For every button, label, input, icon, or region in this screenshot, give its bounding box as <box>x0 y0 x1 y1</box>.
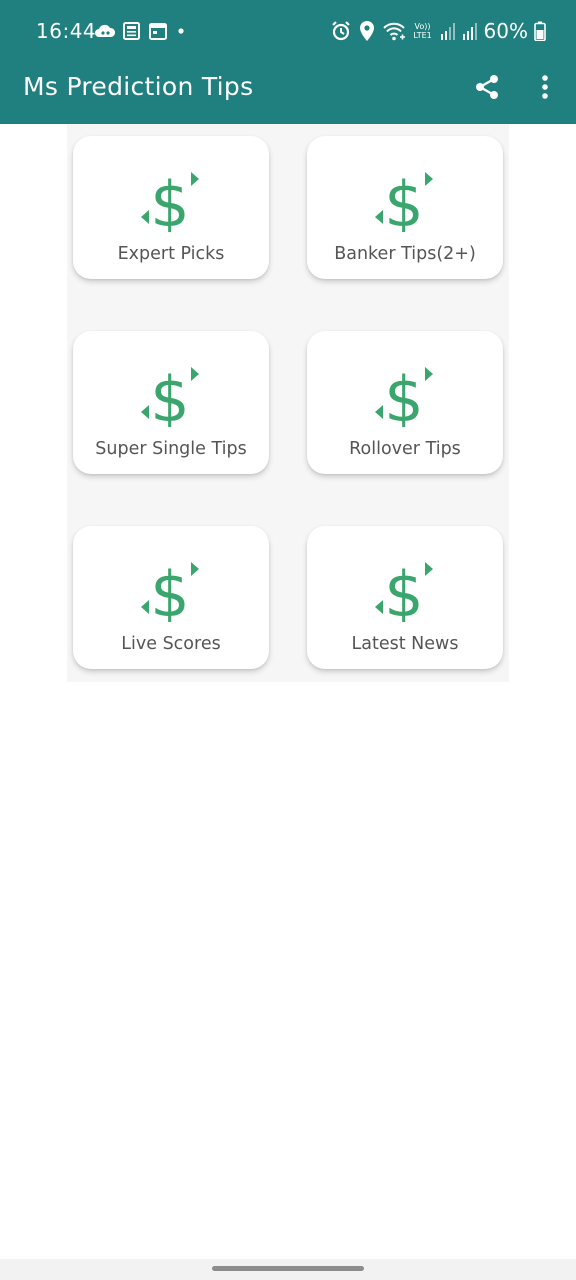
dollar-icon: $ <box>141 168 199 232</box>
menu-card-live-scores[interactable]: $ Live Scores <box>73 526 269 669</box>
menu-card-label: Super Single Tips <box>95 439 247 459</box>
menu-card-latest-news[interactable]: $ Latest News <box>307 526 503 669</box>
app-title: Ms Prediction Tips <box>23 72 254 101</box>
dollar-icon: $ <box>141 558 199 622</box>
menu-card-expert-picks[interactable]: $ Expert Picks <box>73 136 269 279</box>
dollar-icon: $ <box>375 558 433 622</box>
battery-percent: 60% <box>483 19 528 43</box>
menu-card-banker-tips[interactable]: $ Banker Tips(2+) <box>307 136 503 279</box>
signal-icon <box>440 23 455 40</box>
calendar-icon <box>149 23 167 40</box>
menu-card-label: Rollover Tips <box>349 439 461 459</box>
svg-text:$: $ <box>150 558 189 622</box>
newspaper-icon <box>123 22 140 40</box>
svg-text:$: $ <box>384 363 423 427</box>
svg-text:$: $ <box>150 363 189 427</box>
menu-card-label: Latest News <box>351 634 459 654</box>
alarm-icon <box>331 21 350 41</box>
dollar-icon: $ <box>375 168 433 232</box>
svg-text:$: $ <box>384 168 423 232</box>
svg-text:$: $ <box>150 168 189 232</box>
share-button[interactable] <box>470 70 504 104</box>
status-time: 16:44 <box>36 19 97 43</box>
menu-card-super-single-tips[interactable]: $ Super Single Tips <box>73 331 269 474</box>
top-bar: 16:44 Vo)) LTE1 60% Ms Prediction Tips <box>0 0 576 124</box>
location-icon <box>359 21 374 41</box>
svg-text:$: $ <box>384 558 423 622</box>
app-bar: Ms Prediction Tips <box>0 62 576 124</box>
status-left-icons <box>94 20 188 42</box>
volte-icon: Vo)) LTE1 <box>413 22 432 40</box>
wifi-calling-icon <box>382 22 405 41</box>
cloud-app-icon <box>95 24 116 37</box>
menu-card-label: Live Scores <box>121 634 221 654</box>
status-bar: 16:44 Vo)) LTE1 60% <box>0 0 576 62</box>
status-right-icons: Vo)) LTE1 60% <box>330 18 546 44</box>
menu-card-label: Expert Picks <box>117 244 225 264</box>
share-icon <box>476 75 498 99</box>
signal-icon <box>462 23 477 40</box>
menu-card-rollover-tips[interactable]: $ Rollover Tips <box>307 331 503 474</box>
more-vert-icon <box>542 75 548 99</box>
home-gesture-handle[interactable] <box>212 1266 364 1271</box>
dollar-icon: $ <box>375 363 433 427</box>
dot-icon <box>178 28 184 34</box>
menu-card-label: Banker Tips(2+) <box>334 244 476 264</box>
more-options-button[interactable] <box>532 70 558 104</box>
dollar-icon: $ <box>141 363 199 427</box>
battery-icon <box>534 21 546 41</box>
